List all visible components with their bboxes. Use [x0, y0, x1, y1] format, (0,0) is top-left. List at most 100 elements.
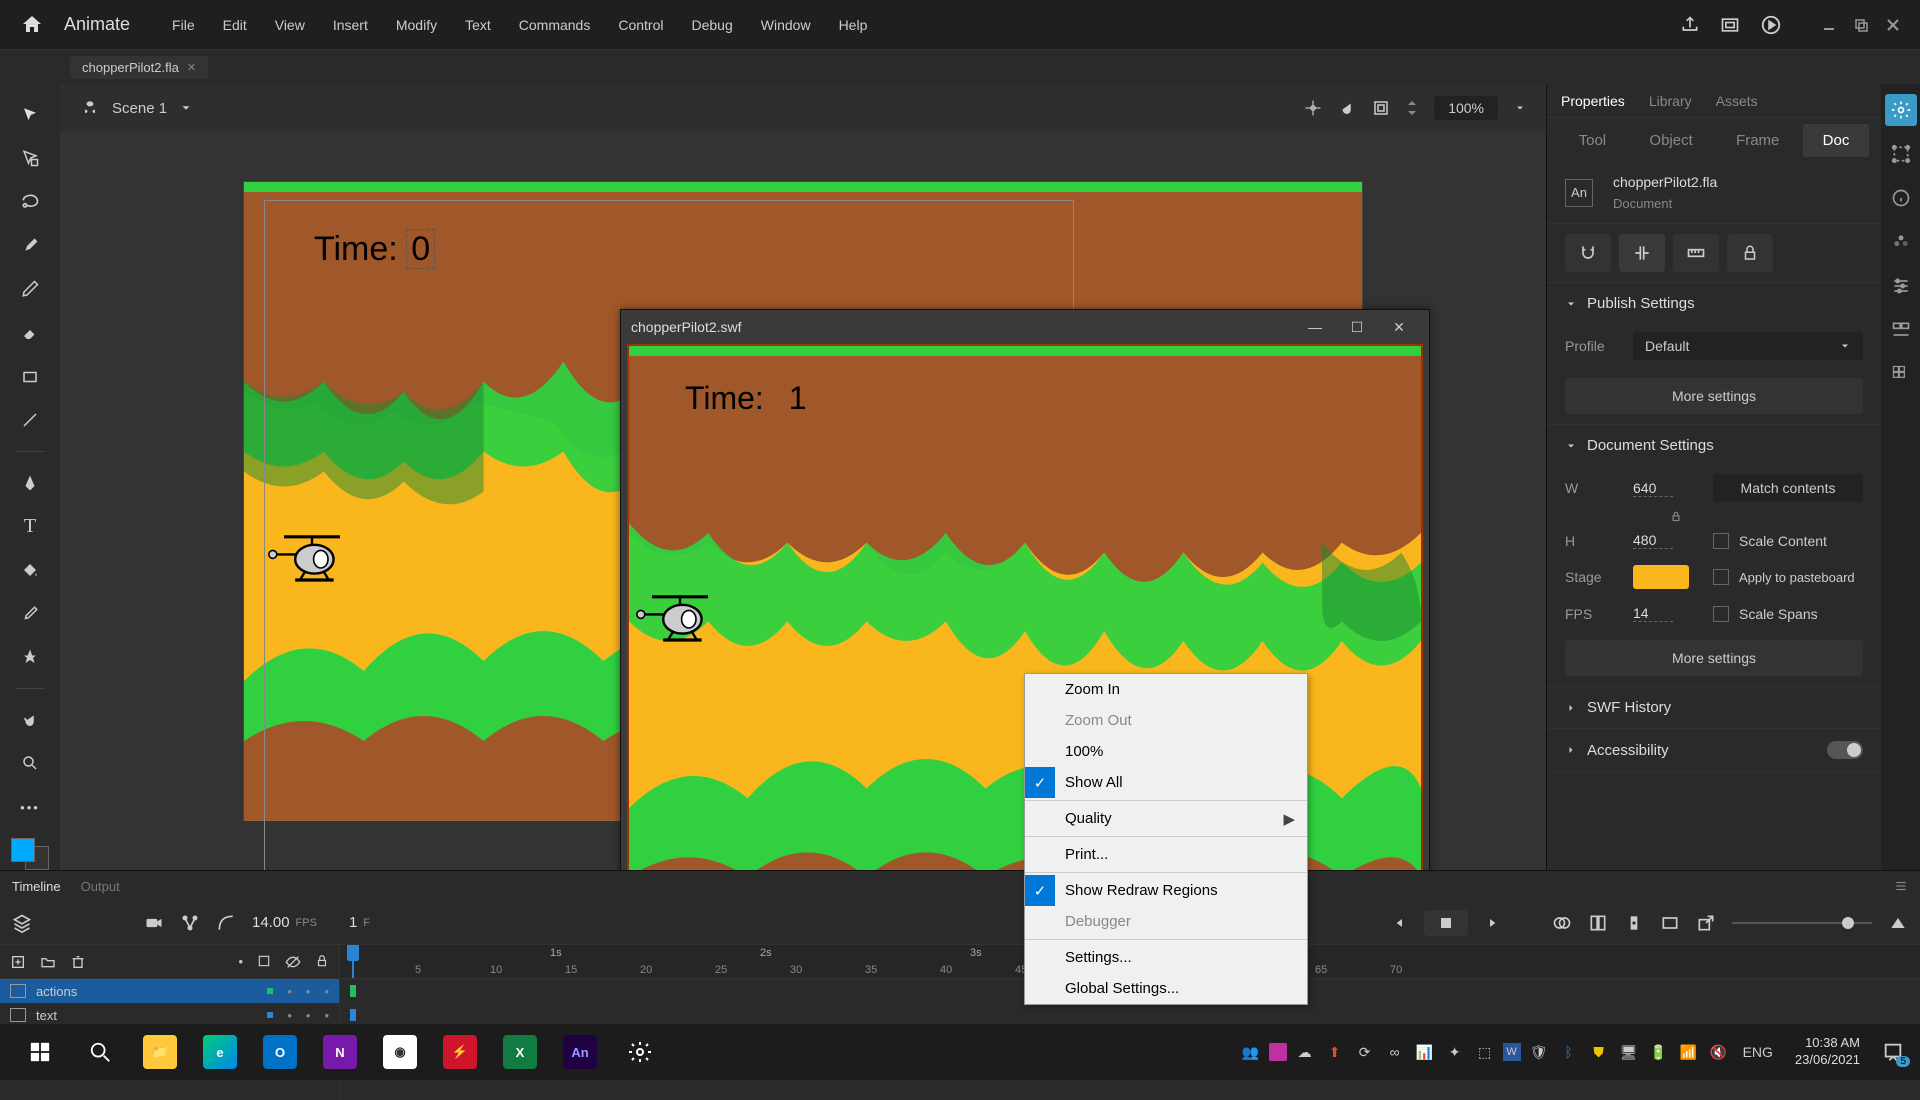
ctx-quality[interactable]: Quality ▶	[1025, 803, 1307, 834]
swf-history-header[interactable]: SWF History	[1547, 687, 1881, 728]
ctx-100[interactable]: 100%	[1025, 736, 1307, 767]
tray-wifi-icon[interactable]: 📶	[1677, 1040, 1701, 1064]
tray-bluetooth-icon[interactable]: ᛒ	[1557, 1040, 1581, 1064]
hand-tool[interactable]	[10, 703, 50, 737]
rail-swatches-icon[interactable]	[1885, 270, 1917, 302]
stop-button[interactable]	[1424, 910, 1468, 936]
menu-modify[interactable]: Modify	[384, 11, 449, 39]
timeline-zoom-icon[interactable]	[1888, 913, 1908, 933]
layer-color[interactable]	[267, 988, 273, 994]
next-frame-button[interactable]	[1484, 915, 1500, 931]
notifications-button[interactable]: 5	[1876, 1035, 1910, 1069]
minimize-icon[interactable]	[1822, 18, 1836, 32]
add-layer-icon[interactable]	[10, 954, 26, 970]
tray-app-icon[interactable]	[1269, 1043, 1287, 1061]
rail-color-icon[interactable]	[1885, 226, 1917, 258]
folder-icon[interactable]	[40, 954, 56, 970]
lock-icon[interactable]	[315, 954, 329, 968]
swf-maximize-button[interactable]: ☐	[1337, 313, 1377, 341]
rail-info-icon[interactable]	[1885, 182, 1917, 214]
rectangle-tool[interactable]	[10, 360, 50, 394]
pin-tool[interactable]	[10, 641, 50, 675]
tray-onedrive-icon[interactable]: ☁	[1293, 1040, 1317, 1064]
free-transform-tool[interactable]	[10, 142, 50, 176]
rail-grid-icon[interactable]	[1885, 358, 1917, 390]
zoom-level[interactable]: 100%	[1434, 96, 1498, 120]
fps-value[interactable]: 14.00	[252, 914, 290, 931]
tray-volume-icon[interactable]: 🔇	[1707, 1040, 1731, 1064]
props-tab-properties[interactable]: Properties	[1561, 93, 1625, 109]
color-swatch[interactable]	[11, 838, 49, 870]
prev-frame-button[interactable]	[1392, 915, 1408, 931]
match-contents-button[interactable]: Match contents	[1713, 474, 1863, 502]
flash-app[interactable]: ⚡	[430, 1028, 490, 1076]
document-settings-header[interactable]: Document Settings	[1547, 425, 1881, 466]
outlook-app[interactable]: O	[250, 1028, 310, 1076]
ctx-zoom-in[interactable]: Zoom In	[1025, 674, 1307, 705]
tray-monitor-icon[interactable]: 🖥	[1617, 1040, 1641, 1064]
tray-word-icon[interactable]: W	[1503, 1043, 1521, 1061]
ctx-show-all[interactable]: ✓ Show All	[1025, 767, 1307, 798]
brush-tool[interactable]	[10, 229, 50, 263]
menu-view[interactable]: View	[263, 11, 317, 39]
width-input[interactable]: 640	[1633, 480, 1673, 497]
maximize-icon[interactable]	[1854, 18, 1868, 32]
ctx-zoom-out[interactable]: Zoom Out	[1025, 705, 1307, 736]
menu-help[interactable]: Help	[827, 11, 880, 39]
timeline-tab[interactable]: Timeline	[12, 879, 61, 894]
delete-layer-icon[interactable]	[70, 954, 86, 970]
keyframe[interactable]	[350, 1009, 356, 1021]
tray-chart-icon[interactable]: 📊	[1413, 1040, 1437, 1064]
menu-window[interactable]: Window	[749, 11, 823, 39]
tray-update-icon[interactable]: ⬆	[1323, 1040, 1347, 1064]
tray-shield-icon[interactable]: ⛊	[1587, 1040, 1611, 1064]
accessibility-toggle[interactable]	[1827, 741, 1863, 759]
close-icon[interactable]	[1886, 18, 1900, 32]
scene-icon[interactable]	[80, 98, 100, 118]
text-tool[interactable]: T	[10, 510, 50, 544]
subtab-object[interactable]: Object	[1629, 124, 1712, 157]
playhead[interactable]	[352, 945, 354, 978]
chrome-app[interactable]: ◉	[370, 1028, 430, 1076]
zoom-tool[interactable]	[10, 747, 50, 781]
layer-outline-dot[interactable]: •	[324, 984, 329, 999]
subtab-doc[interactable]: Doc	[1803, 124, 1870, 157]
rail-properties-icon[interactable]	[1885, 94, 1917, 126]
center-stage-icon[interactable]	[1304, 99, 1322, 117]
insert-frame-icon[interactable]	[1588, 913, 1608, 933]
eraser-tool[interactable]	[10, 316, 50, 350]
clock[interactable]: 10:38 AM 23/06/2021	[1785, 1035, 1870, 1069]
zoom-slider-handle[interactable]	[1842, 917, 1854, 929]
menu-text[interactable]: Text	[453, 11, 503, 39]
camera-icon[interactable]	[144, 913, 164, 933]
workspace-icon[interactable]	[1720, 15, 1740, 35]
scale-spans-checkbox[interactable]	[1713, 606, 1729, 622]
rotate-icon[interactable]	[1338, 99, 1356, 117]
timeline-menu-icon[interactable]	[1894, 879, 1908, 893]
tab-close-icon[interactable]: ✕	[187, 61, 196, 74]
pasteboard-checkbox[interactable]	[1713, 569, 1729, 585]
more-tools[interactable]: •••	[10, 790, 50, 824]
fg-color[interactable]	[11, 838, 35, 862]
explorer-app[interactable]: 📁	[130, 1028, 190, 1076]
rail-transform-icon[interactable]	[1885, 138, 1917, 170]
scene-name[interactable]: Scene 1	[112, 100, 167, 117]
menu-debug[interactable]: Debug	[680, 11, 745, 39]
share-icon[interactable]	[1680, 15, 1700, 35]
stage-color-swatch[interactable]	[1633, 565, 1689, 589]
layer-visibility-dot[interactable]: •	[287, 1008, 292, 1023]
clip-icon[interactable]	[1372, 99, 1390, 117]
height-input[interactable]: 480	[1633, 532, 1673, 549]
ctx-print[interactable]: Print...	[1025, 839, 1307, 870]
layer-lock-dot[interactable]: •	[306, 984, 311, 999]
ease-icon[interactable]	[216, 913, 236, 933]
keyframe[interactable]	[350, 985, 356, 997]
layer-outline-dot[interactable]: •	[324, 1008, 329, 1023]
settings-app[interactable]	[610, 1028, 670, 1076]
subtab-tool[interactable]: Tool	[1559, 124, 1627, 157]
snap-magnet-button[interactable]	[1565, 234, 1611, 272]
home-icon[interactable]	[20, 13, 44, 37]
menu-insert[interactable]: Insert	[321, 11, 380, 39]
layer-dot-icon[interactable]: •	[238, 954, 243, 970]
ctx-debugger[interactable]: Debugger	[1025, 906, 1307, 937]
